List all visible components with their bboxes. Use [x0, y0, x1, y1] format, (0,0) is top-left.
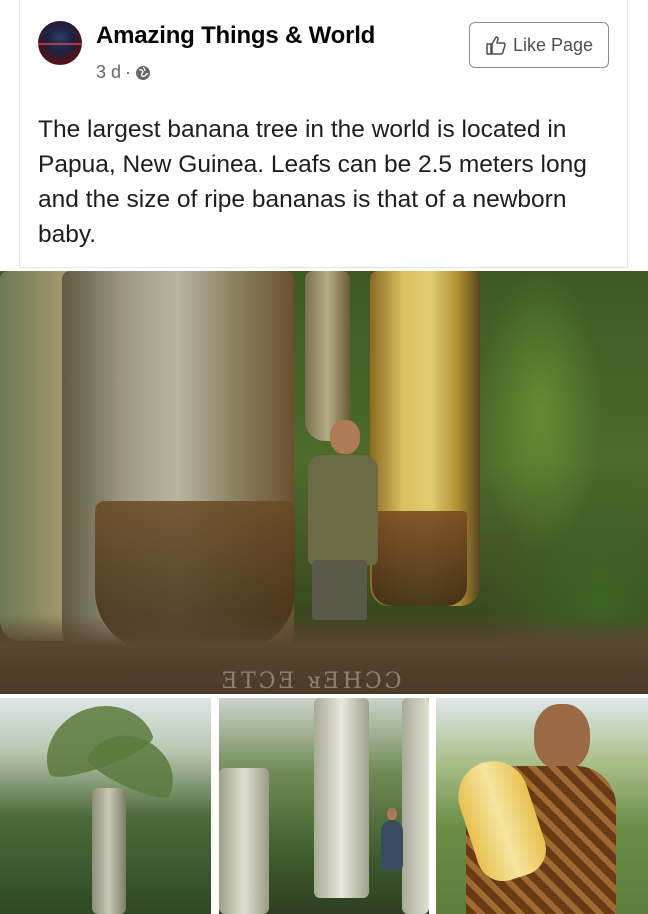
man-legs	[312, 560, 367, 620]
main-photo-banana-tree-trunks[interactable]: ƎTƆƎ ᴚƎHƆƆ	[0, 271, 648, 694]
thumb-trunk-center	[314, 698, 369, 898]
man-head	[330, 420, 360, 454]
like-page-label: Like Page	[512, 34, 594, 55]
thumbnail-photo-trunks-with-people[interactable]	[219, 698, 429, 914]
thumb-trunk	[92, 788, 126, 914]
man-face	[534, 704, 590, 770]
thumbnail-photo-tree-from-below[interactable]	[0, 698, 211, 914]
thumbnail-photo-man-holding-banana[interactable]	[436, 698, 648, 914]
photo-watermark: ƎTƆƎ ᴚƎHƆƆ	[222, 669, 405, 694]
post-text: The largest banana tree in the world is …	[38, 116, 587, 248]
page-avatar[interactable]	[38, 21, 82, 65]
thumb-trunk-right	[402, 698, 429, 914]
post-age[interactable]: 3 d	[96, 62, 121, 83]
small-person-body	[381, 820, 403, 870]
small-person	[387, 808, 397, 820]
post-meta: 3 d ·	[96, 62, 151, 83]
thin-trunk	[305, 271, 350, 441]
page-name-link[interactable]: Amazing Things & World	[96, 22, 375, 50]
yellow-trunk-base	[372, 511, 467, 606]
thumbs-up-icon	[486, 36, 506, 55]
meta-separator: ·	[125, 62, 132, 82]
globe-icon	[136, 65, 151, 80]
man-body	[308, 455, 378, 565]
thumb-trunk-left	[219, 768, 269, 914]
facebook-post: Amazing Things & World 3 d · Like Page T…	[0, 0, 648, 914]
like-page-button[interactable]: Like Page	[469, 22, 609, 68]
